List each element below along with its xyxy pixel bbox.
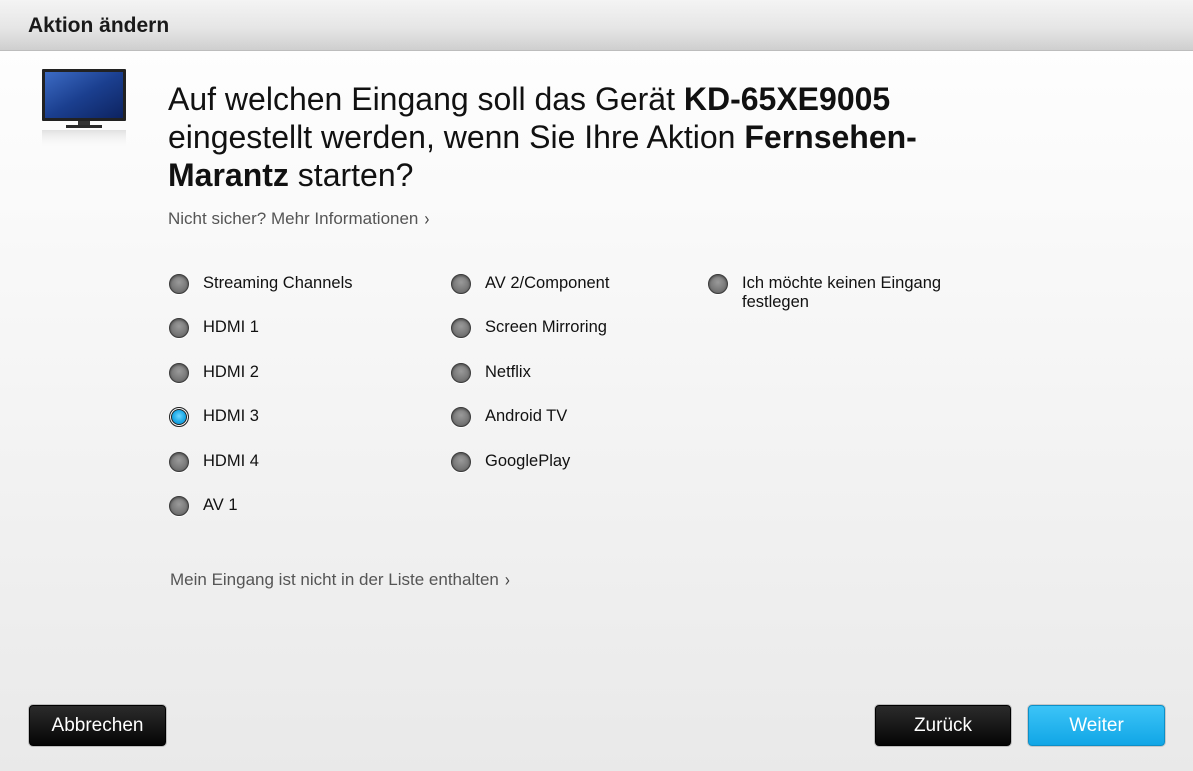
next-button[interactable]: Weiter <box>1028 705 1165 746</box>
question-text-3: starten? <box>288 157 414 193</box>
radio-button-selected[interactable] <box>169 407 189 427</box>
device-name: KD-65XE9005 <box>683 81 891 117</box>
input-option-hdmi-1[interactable]: HDMI 1 <box>169 318 369 338</box>
input-option-label: Android TV <box>485 407 568 425</box>
radio-button[interactable] <box>169 318 189 338</box>
input-not-listed-label: Mein Eingang ist nicht in der Liste enth… <box>170 570 499 589</box>
input-option-hdmi-4[interactable]: HDMI 4 <box>169 452 369 472</box>
question-text-2: eingestellt werden, wenn Sie Ihre Aktion <box>168 119 745 155</box>
input-option-hdmi-2[interactable]: HDMI 2 <box>169 363 369 383</box>
radio-button[interactable] <box>169 363 189 383</box>
input-option-label: Ich möchte keinen Eingang festlegen <box>742 274 942 311</box>
input-option-label: AV 2/Component <box>485 274 610 292</box>
input-option-av-2-component[interactable]: AV 2/Component <box>451 274 651 294</box>
input-option-label: HDMI 1 <box>203 318 259 336</box>
input-option-label: AV 1 <box>203 496 238 514</box>
radio-button[interactable] <box>451 363 471 383</box>
input-option-label: GooglePlay <box>485 452 571 470</box>
dialog-titlebar: Aktion ändern <box>0 0 1193 51</box>
radio-button[interactable] <box>451 274 471 294</box>
dialog-title: Aktion ändern <box>28 14 170 37</box>
chevron-right-icon: › <box>424 209 430 230</box>
input-option-netflix[interactable]: Netflix <box>451 363 651 383</box>
radio-button[interactable] <box>708 274 728 294</box>
tv-icon <box>42 69 126 150</box>
input-option-no-input[interactable]: Ich möchte keinen Eingang festlegen <box>708 274 978 312</box>
radio-button[interactable] <box>451 407 471 427</box>
input-option-label: HDMI 3 <box>203 407 259 425</box>
radio-button[interactable] <box>169 452 189 472</box>
input-option-label: Netflix <box>485 363 531 381</box>
input-option-av-1[interactable]: AV 1 <box>169 496 369 516</box>
question-text-1: Auf welchen Eingang soll das Gerät <box>168 81 684 117</box>
input-option-streaming-channels[interactable]: Streaming Channels <box>169 274 369 294</box>
input-option-screen-mirroring[interactable]: Screen Mirroring <box>451 318 651 338</box>
input-option-label: Streaming Channels <box>203 274 353 292</box>
input-option-label: Screen Mirroring <box>485 318 607 336</box>
radio-button[interactable] <box>169 496 189 516</box>
cancel-button[interactable]: Abbrechen <box>29 705 166 746</box>
input-question: Auf welchen Eingang soll das Gerät KD-65… <box>168 80 1028 194</box>
input-option-android-tv[interactable]: Android TV <box>451 407 651 427</box>
input-option-googleplay[interactable]: GooglePlay <box>451 452 651 472</box>
more-info-link[interactable]: Nicht sicher? Mehr Informationen › <box>168 209 430 230</box>
input-not-listed-link[interactable]: Mein Eingang ist nicht in der Liste enth… <box>170 570 510 591</box>
back-button[interactable]: Zurück <box>875 705 1011 746</box>
radio-button[interactable] <box>451 318 471 338</box>
radio-button[interactable] <box>451 452 471 472</box>
more-info-label: Nicht sicher? Mehr Informationen <box>168 209 419 228</box>
chevron-right-icon: › <box>504 570 510 591</box>
input-option-label: HDMI 4 <box>203 452 259 470</box>
input-option-label: HDMI 2 <box>203 363 259 381</box>
input-option-hdmi-3[interactable]: HDMI 3 <box>169 407 369 427</box>
radio-button[interactable] <box>169 274 189 294</box>
